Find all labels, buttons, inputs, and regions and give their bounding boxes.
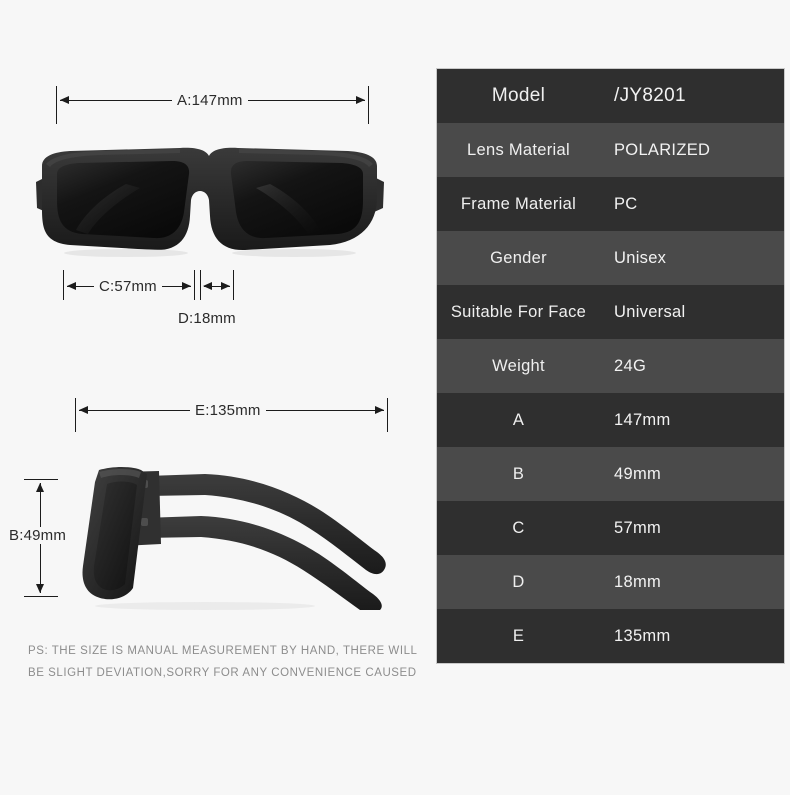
table-row: Weight 24G — [437, 339, 784, 393]
dimension-d-arrow-left-icon — [203, 282, 212, 290]
table-row: Frame Material PC — [437, 177, 784, 231]
dimension-e-arrow-left-icon — [79, 406, 88, 414]
bottom-white-strip — [0, 795, 790, 807]
spec-value: 18mm — [614, 572, 662, 591]
spec-value: POLARIZED — [614, 140, 711, 159]
dimension-e-label: E:135mm — [190, 402, 266, 419]
sunglasses-front-view — [36, 147, 384, 257]
spec-value: 49mm — [614, 464, 662, 483]
dimension-a-right-tick — [368, 86, 369, 124]
spec-value: /JY8201 — [614, 85, 686, 106]
dimension-a-label: A:147mm — [172, 92, 248, 109]
dimension-a-arrow-left-icon — [60, 96, 69, 104]
measurement-disclaimer-line-2: BE SLIGHT DEVIATION,SORRY FOR ANY CONVEN… — [28, 667, 417, 679]
spec-value: 57mm — [614, 518, 662, 537]
table-row: A 147mm — [437, 393, 784, 447]
dimension-e-right-tick — [387, 398, 388, 432]
measurement-disclaimer: PS: THE SIZE IS MANUAL MEASUREMENT BY HA… — [28, 640, 418, 684]
dimension-e-arrow-right-icon — [375, 406, 384, 414]
dimension-c-arrow-right-icon — [182, 282, 191, 290]
spec-key: Suitable For Face — [450, 302, 587, 321]
table-row: Gender Unisex — [437, 231, 784, 285]
spec-key: Weight — [492, 356, 545, 375]
dimension-b-arrow-up-icon — [36, 483, 44, 492]
spec-value: Unisex — [614, 248, 667, 267]
table-row: C 57mm — [437, 501, 784, 555]
spec-value: PC — [614, 194, 638, 213]
spec-key: Lens Material — [467, 140, 570, 159]
sunglasses-side-view — [82, 467, 386, 610]
table-row: Lens Material POLARIZED — [437, 123, 784, 177]
spec-key: B — [512, 464, 525, 483]
specification-table: Model /JY8201 Lens Material POLARIZED Fr… — [436, 68, 785, 664]
dimension-d-left-tick — [200, 270, 201, 300]
dimension-a-left-tick — [56, 86, 57, 124]
table-row: Suitable For Face Universal — [437, 285, 784, 339]
dimension-d-arrow-right-icon — [221, 282, 230, 290]
dimension-c-label: C:57mm — [94, 278, 162, 295]
dimension-diagram-panel: A:147mm C:57mm D:18mm E:135mm B:49mm PS:… — [0, 0, 430, 807]
dimension-b-arrow-down-icon — [36, 584, 44, 593]
table-row: D 18mm — [437, 555, 784, 609]
product-spec-page: A:147mm C:57mm D:18mm E:135mm B:49mm PS:… — [0, 0, 790, 807]
spec-value: 147mm — [614, 410, 671, 429]
spec-key: E — [512, 626, 525, 645]
dimension-d-right-tick — [233, 270, 234, 300]
dimension-c-arrow-left-icon — [67, 282, 76, 290]
table-row: Model /JY8201 — [437, 69, 784, 123]
dimension-c-right-tick — [194, 270, 195, 300]
spec-key: A — [512, 410, 525, 429]
spec-key: Frame Material — [460, 194, 577, 213]
spec-key: D — [512, 572, 525, 591]
dimension-c-left-tick — [63, 270, 64, 300]
dimension-d-label: D:18mm — [173, 310, 241, 327]
dimension-a-arrow-right-icon — [356, 96, 365, 104]
spec-key: C — [512, 518, 525, 537]
table-row: B 49mm — [437, 447, 784, 501]
measurement-disclaimer-line-1: PS: THE SIZE IS MANUAL MEASUREMENT BY HA… — [28, 645, 418, 657]
table-row: E 135mm — [437, 609, 784, 663]
dimension-e-left-tick — [75, 398, 76, 432]
spec-key: Model — [491, 85, 546, 106]
spec-value: Universal — [614, 302, 686, 321]
spec-value: 24G — [614, 356, 647, 375]
dimension-b-top-tick — [24, 479, 58, 480]
spec-value: 135mm — [614, 626, 671, 645]
dimension-b-bottom-tick — [24, 596, 58, 597]
spec-key: Gender — [490, 248, 547, 267]
